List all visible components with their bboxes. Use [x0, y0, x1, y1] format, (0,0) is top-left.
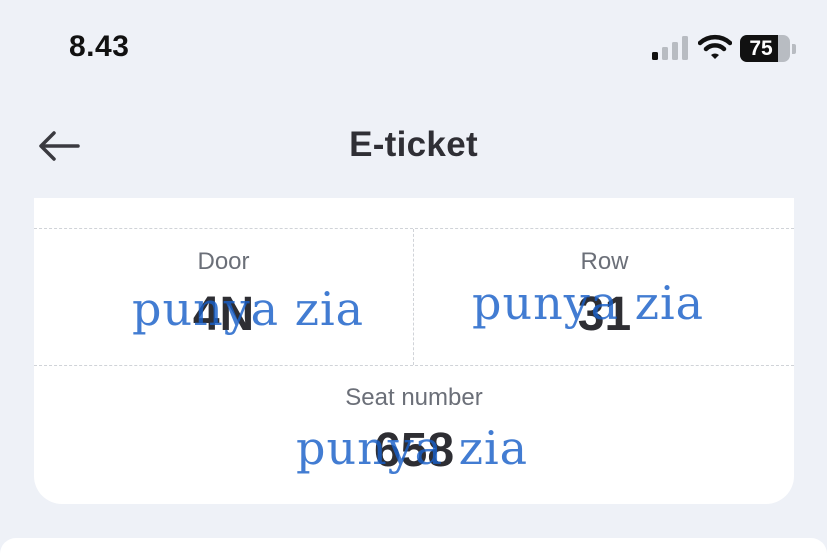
wifi-icon: [698, 34, 732, 59]
signal-icon: [652, 36, 688, 60]
ticket-card: Door 4N Row 31 Seat number 658 punya zia…: [34, 198, 794, 504]
watermark-text: punya zia: [296, 421, 529, 475]
door-label: Door: [197, 248, 250, 275]
divider: [413, 229, 414, 365]
battery-icon: 75: [740, 35, 796, 62]
watermark-text: punya zia: [132, 282, 365, 336]
page-title: E-ticket: [349, 125, 478, 164]
divider: [34, 365, 794, 366]
status-bar: 8.43 75: [0, 0, 827, 100]
battery-percentage: 75: [749, 37, 773, 60]
status-time: 8.43: [69, 30, 130, 63]
watermark-text: punya zia: [472, 276, 705, 330]
seat-label: Seat number: [345, 384, 483, 411]
next-card: [0, 538, 827, 558]
row-label: Row: [580, 248, 629, 275]
